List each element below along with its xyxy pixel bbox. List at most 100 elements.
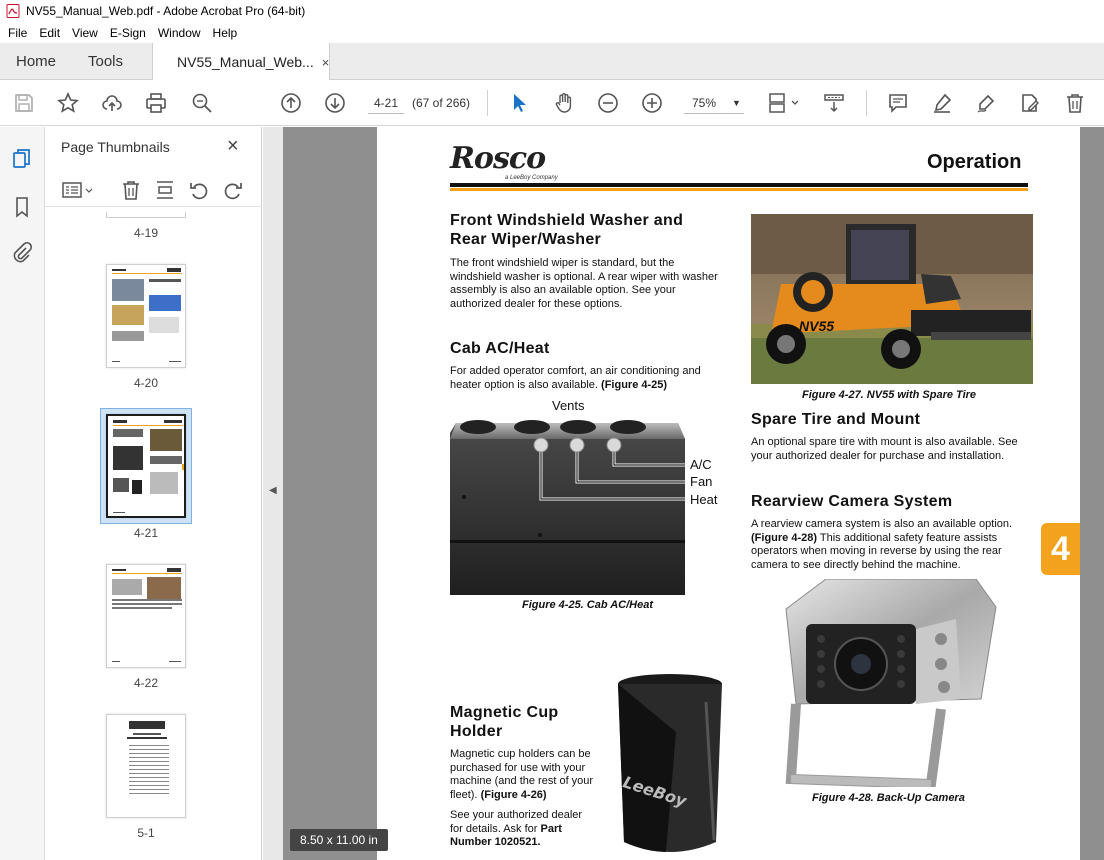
cup-holder-photo: LeeBoy <box>606 672 731 860</box>
highlight-pen-icon[interactable] <box>930 91 954 115</box>
section-title-camera: Rearview Camera System <box>751 493 953 510</box>
figure-caption-4-28: Figure 4-28. Back-Up Camera <box>812 792 965 804</box>
tab-home[interactable]: Home <box>16 43 56 80</box>
ac-heat-unit-photo <box>450 415 685 595</box>
fig-label-heat: Heat <box>690 492 718 507</box>
left-navigation-rail <box>0 127 45 860</box>
scroll-mode-icon[interactable] <box>822 91 846 115</box>
thumbnail-list: 4-19 4-20 4-21 4-22 5-1 <box>45 212 250 860</box>
zoom-select[interactable]: 75% ▼ <box>684 92 744 114</box>
zoom-in-icon[interactable] <box>640 91 664 115</box>
zoom-search-icon[interactable] <box>190 91 214 115</box>
thumbnail-page-4-21[interactable] <box>106 414 186 518</box>
chapter-tab: 4 <box>1041 523 1080 575</box>
tab-tools[interactable]: Tools <box>88 43 123 80</box>
comment-icon[interactable] <box>886 91 910 115</box>
figure-caption-4-25: Figure 4-25. Cab AC/Heat <box>522 599 654 611</box>
thumbnail-label: 4-20 <box>133 376 159 390</box>
menu-esign[interactable]: E-Sign <box>104 26 152 40</box>
thumbnail-label: 4-19 <box>133 226 159 240</box>
thumbnail-label: 4-21 <box>133 526 159 540</box>
fig-label-ac: A/C <box>690 457 712 472</box>
section-title-cup-holder: Magnetic Cup Holder <box>450 704 559 740</box>
section-title-ac-heat: Cab AC/Heat <box>450 340 550 357</box>
nv55-sweeper-photo: NV55 <box>751 214 1033 384</box>
thumbnail-label: 5-1 <box>137 826 155 840</box>
rotate-left-icon[interactable] <box>187 178 211 202</box>
thumbnail-page-5-1[interactable] <box>106 714 186 818</box>
section-body-camera: A rearview camera system is also an avai… <box>751 518 1021 572</box>
page-section-header: Operation <box>927 151 1022 173</box>
tab-document-label: NV55_Manual_Web... <box>177 54 314 70</box>
rotate-right-icon[interactable] <box>221 178 245 202</box>
dealer-text: See your authorized dealer for details. … <box>450 809 583 835</box>
hand-tool-icon[interactable] <box>552 91 576 115</box>
pdf-page: Rosco a LeeBoy Company Operation Front W… <box>377 127 1080 860</box>
edit-pdf-icon[interactable] <box>1018 91 1042 115</box>
menu-bar: File Edit View E-Sign Window Help <box>0 22 1104 43</box>
draw-sign-icon[interactable] <box>974 91 998 115</box>
menu-edit[interactable]: Edit <box>33 26 66 40</box>
camera-text: A rearview camera system is also an avai… <box>751 518 1013 530</box>
window-title: NV55_Manual_Web.pdf - Adobe Acrobat Pro … <box>26 4 306 18</box>
figure-ref: (Figure 4-26) <box>480 788 547 801</box>
save-icon[interactable] <box>12 91 36 115</box>
figure-ref: (Figure 4-28) <box>751 531 818 544</box>
menu-help[interactable]: Help <box>207 26 244 40</box>
section-title-spare-tire: Spare Tire and Mount <box>751 411 921 428</box>
title-bar: NV55_Manual_Web.pdf - Adobe Acrobat Pro … <box>0 0 1104 22</box>
zoom-value: 75% <box>692 95 717 110</box>
panel-title: Page Thumbnails <box>61 139 170 155</box>
close-tab-icon[interactable]: × <box>322 55 330 70</box>
bookmark-icon[interactable] <box>10 195 34 219</box>
document-viewer[interactable]: Rosco a LeeBoy Company Operation Front W… <box>283 127 1104 860</box>
delete-page-icon[interactable] <box>119 178 143 202</box>
close-panel-icon[interactable]: × <box>227 135 239 158</box>
previous-page-icon[interactable] <box>279 91 303 115</box>
page-thumbnails-icon[interactable] <box>10 147 34 171</box>
figure-ref: (Figure 4-25) <box>601 378 668 391</box>
thumbnail-page-4-20[interactable] <box>106 264 186 368</box>
select-cursor-icon[interactable] <box>507 91 531 115</box>
tab-bar: Home Tools NV55_Manual_Web... × <box>0 43 1104 81</box>
delete-trash-icon[interactable] <box>1063 91 1087 115</box>
zoom-out-icon[interactable] <box>596 91 620 115</box>
section-body-spare-tire: An optional spare tire with mount is als… <box>751 436 1018 462</box>
header-rule-orange <box>450 188 1028 191</box>
fig-label-fan: Fan <box>690 474 713 489</box>
rosco-logo: Rosco <box>450 141 546 176</box>
thumbnails-panel: Page Thumbnails × 4-19 4-20 4-21 4-22 5-… <box>45 127 302 860</box>
header-rule <box>450 183 1028 187</box>
acrobat-pdf-icon <box>6 4 20 18</box>
section-body-washer: The front windshield wiper is standard, … <box>450 257 718 310</box>
page-count: (67 of 266) <box>412 96 471 110</box>
collapse-panel-icon[interactable]: ◀ <box>269 485 277 496</box>
section-body-cup-holder: Magnetic cup holders can be purchased fo… <box>450 748 595 802</box>
backup-camera-photo <box>766 579 1002 787</box>
attachment-icon[interactable] <box>10 240 34 264</box>
page-number-input[interactable] <box>368 92 404 114</box>
nv55-decal: NV55 <box>799 318 835 334</box>
upload-cloud-icon[interactable] <box>100 91 124 115</box>
print-icon[interactable] <box>144 91 168 115</box>
rosco-logo-subtitle: a LeeBoy Company <box>505 175 558 181</box>
main-toolbar <box>0 80 1104 126</box>
menu-window[interactable]: Window <box>152 26 207 40</box>
tab-document[interactable]: NV55_Manual_Web... × <box>152 43 330 81</box>
section-body-ac-heat: For added operator comfort, an air condi… <box>450 365 720 392</box>
menu-view[interactable]: View <box>66 26 104 40</box>
page-size-indicator: 8.50 x 11.00 in <box>290 829 388 851</box>
figure-caption-4-27: Figure 4-27. NV55 with Spare Tire <box>802 389 977 401</box>
options-menu-icon[interactable] <box>61 178 95 202</box>
star-icon[interactable] <box>56 91 80 115</box>
thumbnail-page-4-22[interactable] <box>106 564 186 668</box>
thumbnail-label: 4-22 <box>133 676 159 690</box>
section-title-washer: Front Windshield Washer and Rear Wiper/W… <box>450 212 684 248</box>
panel-collapse-strip[interactable]: ◀ <box>263 127 283 860</box>
extract-page-icon[interactable] <box>153 178 177 202</box>
menu-file[interactable]: File <box>2 26 33 40</box>
page-fit-icon[interactable] <box>765 91 801 115</box>
next-page-icon[interactable] <box>323 91 347 115</box>
fig-label-vents: Vents <box>552 398 585 413</box>
section-body-part-number: See your authorized dealer for details. … <box>450 809 595 850</box>
